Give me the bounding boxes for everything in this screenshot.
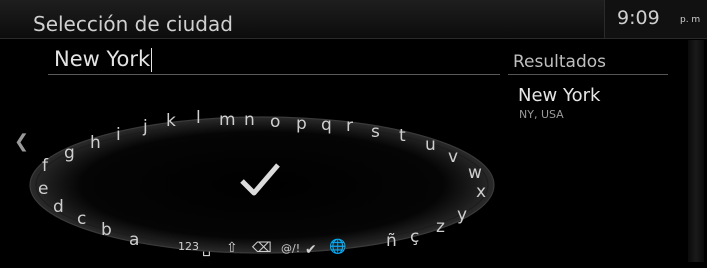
key-c[interactable]: c — [77, 211, 86, 228]
checkmark-icon[interactable] — [238, 159, 282, 199]
key-z[interactable]: z — [436, 219, 445, 236]
key-x[interactable]: x — [476, 184, 486, 201]
key-e[interactable]: e — [38, 181, 48, 198]
key-y[interactable]: y — [457, 207, 467, 224]
key-q[interactable]: q — [321, 117, 332, 134]
key-m[interactable]: m — [219, 112, 236, 129]
key-l[interactable]: l — [196, 110, 201, 127]
key-d[interactable]: d — [53, 199, 64, 216]
globe-icon[interactable]: 🌐 — [329, 240, 346, 254]
numbers-key[interactable]: 123 — [178, 241, 199, 252]
key-i[interactable]: i — [116, 127, 121, 144]
key-b[interactable]: b — [101, 222, 112, 239]
key-v[interactable]: v — [448, 149, 458, 166]
key-k[interactable]: k — [166, 113, 176, 130]
key-ñ[interactable]: ñ — [386, 233, 397, 250]
key-w[interactable]: w — [468, 165, 482, 182]
key-p[interactable]: p — [296, 116, 307, 133]
key-o[interactable]: o — [270, 114, 280, 131]
shift-icon[interactable]: ⇧ — [226, 241, 238, 255]
backspace-icon[interactable]: ⌫ — [252, 241, 272, 255]
key-f[interactable]: f — [42, 158, 48, 175]
key-u[interactable]: u — [425, 137, 436, 154]
key-n[interactable]: n — [244, 112, 255, 129]
confirm-small-key[interactable]: ✔ — [305, 243, 317, 257]
key-t[interactable]: t — [399, 128, 406, 145]
symbols-key[interactable]: @/! — [281, 243, 300, 254]
key-g[interactable]: g — [64, 145, 75, 162]
key-r[interactable]: r — [346, 118, 353, 135]
space-icon[interactable]: ␣ — [202, 242, 211, 256]
key-s[interactable]: s — [371, 124, 380, 141]
key-j[interactable]: j — [143, 119, 148, 136]
key-h[interactable]: h — [90, 135, 101, 152]
key-ç[interactable]: ç — [410, 229, 419, 246]
key-a[interactable]: a — [129, 232, 139, 249]
